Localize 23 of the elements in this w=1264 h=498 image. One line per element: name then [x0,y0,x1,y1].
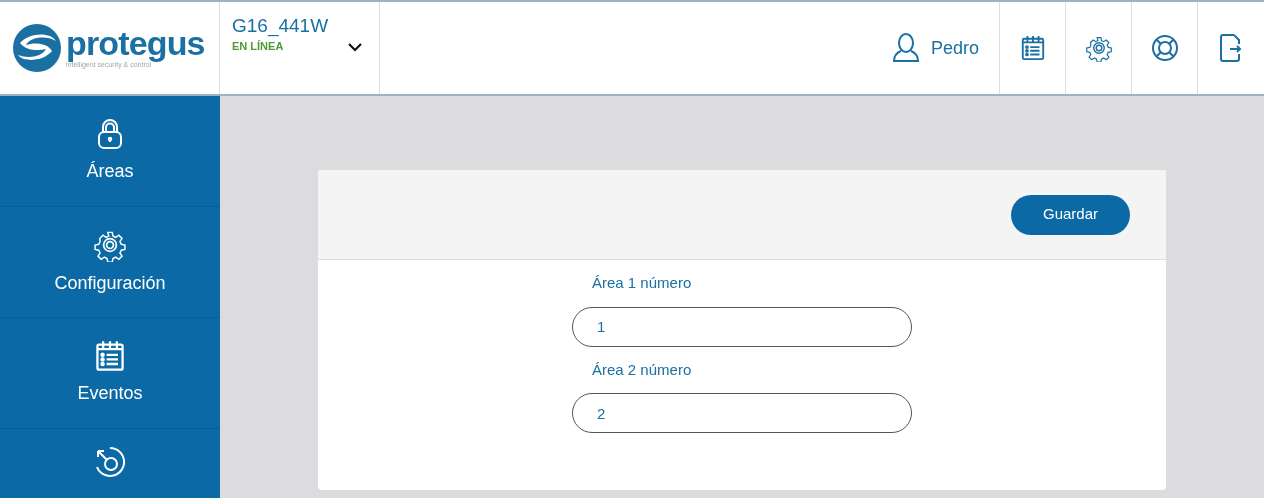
logout-icon [1220,34,1242,62]
calendar-list-icon [94,339,126,372]
chevron-down-icon [347,42,363,52]
device-status: EN LÍNEA [232,38,285,54]
device-selector[interactable]: G16_441W EN LÍNEA [220,2,380,94]
field-label: Área 1 número [591,273,693,293]
rotate-arrow-icon [93,445,127,479]
logo-wordmark: protegus [66,25,205,60]
number-input[interactable]: 2 [572,393,912,433]
device-name: G16_441W [232,14,329,38]
user-icon [892,33,919,63]
save-button[interactable]: Guardar [1010,194,1130,235]
settings-icon [1084,34,1113,62]
lifebuoy-icon [1150,34,1179,62]
sidebar-item[interactable]: Eventos [0,318,220,429]
sidebar-item[interactable]: Configuración [0,207,220,318]
field-label: Área 2 número [591,359,693,380]
number-input[interactable]: 1 [572,306,912,347]
sidebar-item[interactable]: Áreas [0,96,220,207]
logo-swirl-icon [12,23,62,73]
calendar-list-icon [1019,35,1046,61]
user-button[interactable]: Pedro [872,2,1000,94]
lock-icon [97,117,123,150]
